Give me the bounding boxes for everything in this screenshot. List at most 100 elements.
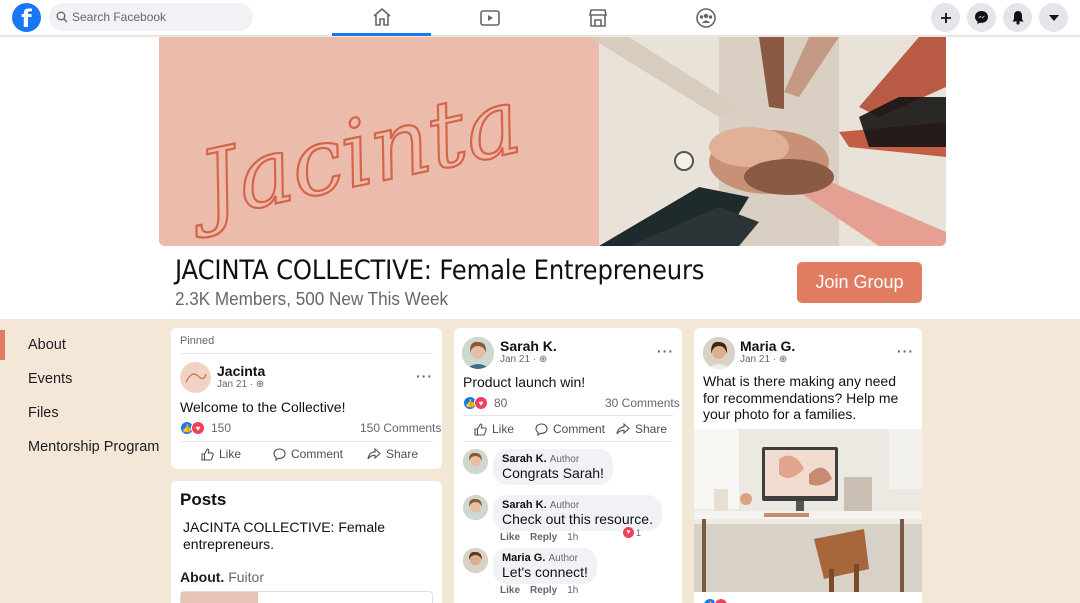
comment-icon — [273, 447, 286, 461]
sidebar-item-about[interactable]: About — [28, 337, 66, 353]
comment-avatar[interactable] — [463, 548, 488, 573]
like-button[interactable]: Like — [474, 422, 514, 436]
more-icon[interactable]: ··· — [416, 368, 433, 384]
group-subtitle: 2.3K Members, 500 New This Week — [175, 289, 449, 309]
post-card-sarah: Sarah K. Jan 21 · ⊕ ··· Product launch w… — [454, 328, 682, 603]
caret-down-icon — [1048, 14, 1059, 21]
reaction-count[interactable]: 150 — [211, 421, 231, 435]
comment-bubble: Maria G. Author Let's connect! — [493, 548, 597, 584]
sidebar-item-files[interactable]: Files — [28, 405, 59, 421]
divider — [463, 441, 673, 442]
comment-avatar[interactable] — [463, 495, 488, 520]
group-title: JACINTA COLLECTIVE: Female Entrepreneurs — [175, 255, 705, 286]
posts-about-card: Posts JACINTA COLLECTIVE: Female entrepr… — [171, 481, 442, 603]
join-group-button[interactable]: Join Group — [797, 262, 922, 303]
like-icon — [201, 447, 214, 461]
comment-count[interactable]: 30 Comments — [605, 396, 680, 410]
messenger-button[interactable] — [967, 3, 996, 32]
reaction-icons[interactable]: 👍 ♥ — [180, 421, 205, 435]
comment-like-link[interactable]: Like — [500, 532, 520, 543]
cover-illustration: Jacinta — [159, 37, 946, 246]
author-badge: Author — [549, 500, 580, 511]
more-icon[interactable]: ··· — [657, 343, 674, 359]
comment-text: Let's connect! — [502, 564, 588, 580]
tab-home[interactable] — [332, 0, 431, 36]
post-date: Jan 21 · ⊕ — [217, 379, 265, 390]
search-input[interactable]: Search Facebook — [49, 3, 253, 31]
comment-author[interactable]: Sarah K. — [502, 499, 547, 511]
author-badge: Author — [549, 454, 580, 465]
divider — [180, 353, 433, 354]
comment-button[interactable]: Comment — [273, 447, 343, 461]
marketplace-icon — [588, 9, 607, 27]
facebook-logo[interactable]: f — [12, 3, 41, 33]
share-button[interactable]: Share — [616, 422, 667, 436]
reaction-count[interactable]: 80 — [494, 396, 507, 410]
divider — [180, 441, 433, 442]
tab-marketplace[interactable] — [548, 0, 647, 36]
post-text: Product launch win! — [463, 374, 586, 390]
globe-icon: ⊕ — [255, 379, 265, 390]
comment-text: Check out this resource. — [502, 511, 653, 527]
comment-time: 1h — [567, 532, 579, 543]
post-card-maria: Maria G. Jan 21 · ⊕ ··· What is there ma… — [694, 328, 922, 603]
comment-reaction[interactable]: ♥ 1 — [623, 527, 641, 538]
post-author[interactable]: Jacinta — [217, 363, 265, 379]
post-date: Jan 21 · ⊕ — [500, 354, 548, 365]
home-icon — [372, 7, 391, 26]
reaction-icons[interactable]: 👍 ♥ — [703, 598, 728, 603]
pinned-label: Pinned — [180, 335, 215, 347]
tab-groups[interactable] — [656, 0, 755, 36]
avatar[interactable] — [180, 362, 211, 393]
sidebar-item-events[interactable]: Events — [28, 371, 72, 387]
heart-reaction-icon: ♥ — [191, 421, 205, 435]
comment-reply-link[interactable]: Reply — [530, 532, 557, 543]
globe-icon: ⊕ — [778, 354, 788, 365]
bell-icon — [1012, 11, 1023, 25]
comment-icon — [535, 422, 548, 436]
notifications-button[interactable] — [1003, 3, 1032, 32]
comment-count[interactable]: 150 Comments — [360, 421, 441, 435]
post-author[interactable]: Maria G. — [740, 338, 795, 354]
post-date: Jan 21 · ⊕ — [740, 354, 788, 365]
heart-reaction-icon: ♥ — [714, 598, 728, 603]
comment-like-link[interactable]: Like — [500, 585, 520, 596]
comment-bubble: Sarah K. Author Congrats Sarah! — [493, 449, 613, 485]
about-preview — [180, 591, 433, 603]
plus-icon — [940, 12, 951, 23]
video-icon — [479, 10, 500, 26]
heart-icon: ♥ — [623, 527, 634, 538]
create-button[interactable] — [931, 3, 960, 32]
comment-avatar[interactable] — [463, 449, 488, 474]
post-text: Welcome to the Collective! — [180, 399, 346, 415]
posts-title: Posts — [180, 490, 227, 509]
avatar[interactable] — [462, 337, 494, 369]
comment-author[interactable]: Maria G. — [502, 552, 545, 564]
account-menu-button[interactable] — [1039, 3, 1068, 32]
post-text: What is there making any need for recomm… — [703, 373, 899, 422]
comment-bubble: Sarah K. Author Check out this resource. — [493, 495, 662, 531]
about-value: Fuitor — [228, 569, 265, 585]
top-navigation-bar: f Search Facebook — [0, 0, 1080, 36]
comment-actions: Like Reply 1h — [500, 532, 588, 543]
sidebar-item-mentorship[interactable]: Mentorship Program — [28, 439, 159, 455]
post-author[interactable]: Sarah K. — [500, 338, 557, 354]
like-button[interactable]: Like — [201, 447, 241, 461]
posts-description: JACINTA COLLECTIVE: Female entrepreneurs… — [183, 519, 386, 552]
comment-author[interactable]: Sarah K. — [502, 453, 547, 465]
tab-watch[interactable] — [440, 0, 539, 36]
comment-time: 1h — [567, 585, 579, 596]
post-photo[interactable] — [694, 429, 922, 592]
comment-text: Congrats Sarah! — [502, 465, 604, 481]
comment-button[interactable]: Comment — [535, 422, 605, 436]
search-placeholder: Search Facebook — [72, 10, 167, 24]
cover-photo: Jacinta — [159, 37, 946, 246]
reaction-icons[interactable]: 👍 ♥ — [463, 396, 488, 410]
share-button[interactable]: Share — [367, 447, 418, 461]
share-icon — [367, 448, 381, 460]
author-badge: Author — [548, 553, 578, 564]
comment-reply-link[interactable]: Reply — [530, 585, 557, 596]
avatar[interactable] — [703, 337, 735, 369]
messenger-icon — [975, 11, 988, 24]
more-icon[interactable]: ··· — [897, 343, 914, 359]
